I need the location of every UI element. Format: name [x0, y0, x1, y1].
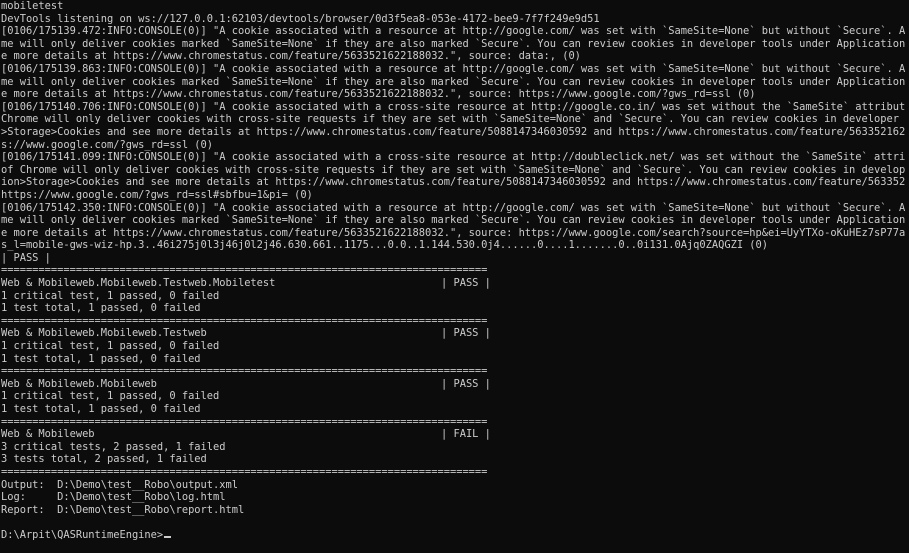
log-line: [0106/175139.863:INFO:CONSOLE(0)] "A coo… — [1, 62, 906, 75]
console-window[interactable]: mobiletest DevTools listening on ws://12… — [0, 0, 909, 553]
suite-status-line: Web & Mobileweb.Mobileweb.Testweb | PASS… — [0, 327, 909, 340]
log-line: me will only deliver cookies marked `Sam… — [1, 37, 906, 50]
suite-critical-line: 1 critical test, 1 passed, 0 failed — [1, 289, 220, 302]
suite-status: | PASS | — [441, 327, 491, 340]
log-line: s://www.google.com/?gws_rd=ssl (0) — [1, 138, 214, 151]
suite-status-line: Web & Mobileweb.Mobileweb.Testweb.Mobile… — [0, 277, 909, 290]
suite-critical-line: 3 critical tests, 2 passed, 1 failed — [1, 440, 226, 453]
command-prompt: D:\Arpit\QASRuntimeEngine> — [1, 528, 164, 541]
suite-status-line: Web & Mobileweb | FAIL | — [0, 428, 909, 441]
report-path-line: Report: D:\Demo\test__Robo\report.html — [1, 503, 245, 516]
log-line: e more details at https://www.chromestat… — [1, 88, 756, 101]
suite-critical-line: 1 critical test, 1 passed, 0 failed — [1, 390, 220, 403]
suite-total-line: 1 test total, 1 passed, 0 failed — [1, 403, 201, 415]
log-line: me will only deliver cookies marked `Sam… — [1, 75, 906, 88]
log-line: >Storage>Cookies and see more details at… — [1, 125, 906, 138]
log-line: [0106/175139.472:INFO:CONSOLE(0)] "A coo… — [1, 25, 906, 38]
output-line: Output: D:\Demo\test__Robo\output.xml — [1, 478, 238, 491]
separator-line: ========================================… — [1, 465, 488, 478]
suite-status-line: Web & Mobileweb.Mobileweb | PASS | — [0, 378, 909, 391]
suite-name: Web & Mobileweb.Mobileweb — [1, 377, 157, 390]
suite-total-line: 1 test total, 1 passed, 0 failed — [1, 302, 201, 315]
log-line: ion>Storage>Cookies and see more details… — [1, 176, 906, 189]
suite-name: Web & Mobileweb.Mobileweb.Testweb — [1, 327, 207, 340]
test-result-line: | PASS | — [1, 251, 51, 264]
console-line: mobiletest — [1, 0, 64, 12]
log-line: e more details at https://www.chromestat… — [1, 50, 581, 63]
text-cursor — [164, 535, 172, 538]
log-line: [0106/175142.350:INFO:CONSOLE(0)] "A coo… — [1, 201, 906, 214]
suite-status: | PASS | — [441, 377, 491, 390]
separator-line: ========================================… — [1, 415, 488, 428]
suite-critical-line: 1 critical test, 1 passed, 0 failed — [1, 340, 220, 353]
console-line: DevTools listening on ws://127.0.0.1:621… — [1, 12, 600, 25]
log-line: me will only deliver cookies marked `Sam… — [1, 214, 906, 227]
prompt-line[interactable]: D:\Arpit\QASRuntimeEngine> — [0, 529, 909, 542]
log-line: [0106/175140.706:INFO:CONSOLE(0)] "A coo… — [1, 100, 906, 113]
separator-line: ========================================… — [1, 365, 488, 378]
separator-line: ========================================… — [1, 314, 488, 327]
log-line: [0106/175141.099:INFO:CONSOLE(0)] "A coo… — [1, 151, 906, 164]
log-line: https://www.google.com/?gws_rd=ssl#sbfbu… — [1, 188, 313, 201]
log-line: e more details at https://www.chromestat… — [1, 226, 906, 239]
separator-line: ========================================… — [1, 264, 488, 277]
suite-total-line: 3 tests total, 2 passed, 1 failed — [1, 453, 207, 466]
suite-name: Web & Mobileweb.Mobileweb.Testweb.Mobile… — [1, 277, 276, 290]
suite-status: | PASS | — [441, 277, 491, 290]
log-line: s_l=mobile-gws-wiz-hp.3..46i275j0l3j46j0… — [1, 239, 768, 252]
suite-total-line: 1 test total, 1 passed, 0 failed — [1, 352, 201, 365]
log-line: of Chrome will only deliver cookies with… — [1, 163, 906, 176]
suite-name: Web & Mobileweb — [1, 428, 95, 441]
log-path-line: Log: D:\Demo\test__Robo\log.html — [1, 491, 226, 504]
suite-status: | FAIL | — [441, 428, 491, 441]
log-line: Chrome will only deliver cookies with cr… — [1, 113, 899, 126]
